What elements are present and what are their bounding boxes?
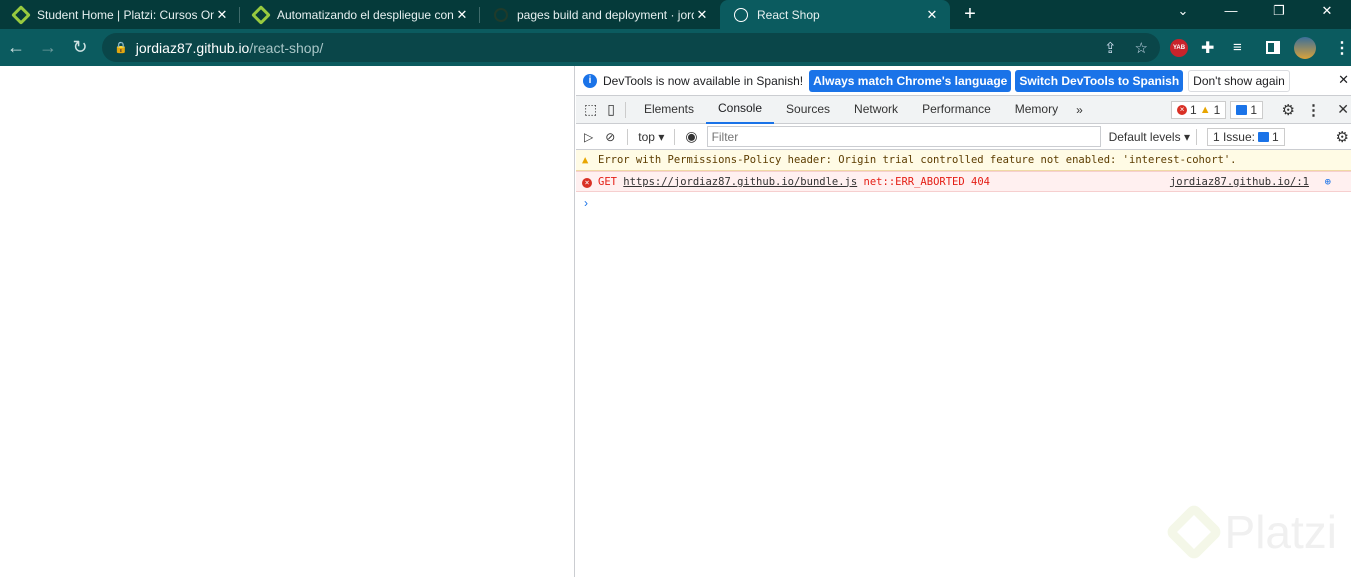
tab-pages-build[interactable]: pages build and deployment · jordiaz87✕ — [480, 0, 720, 29]
minimize-button[interactable]: — — [1207, 0, 1255, 22]
clear-console-icon[interactable]: ⊘ — [599, 130, 621, 144]
platzi-watermark: Platzi — [1163, 502, 1337, 562]
back-button[interactable]: ← — [0, 37, 32, 58]
error-url-link[interactable]: https://jordiaz87.github.io/bundle.js — [623, 176, 857, 188]
filter-input[interactable] — [706, 126, 1101, 147]
warning-icon: ▲ — [582, 154, 589, 166]
sidebar-toggle-icon[interactable]: ▷ — [576, 130, 599, 144]
tab-platzi-home[interactable]: Student Home | Platzi: Cursos Online✕ — [0, 0, 240, 29]
tab-sources[interactable]: Sources — [774, 96, 842, 123]
reload-button[interactable]: ↻ — [64, 37, 96, 58]
browser-toolbar: ← → ↻ 🔒 jordiaz87.github.io/react-shop/ … — [0, 29, 1351, 66]
settings-gear-icon[interactable]: ⚙ — [1282, 101, 1295, 119]
match-language-button[interactable]: Always match Chrome's language — [809, 69, 1012, 92]
language-infobar: i DevTools is now available in Spanish! … — [576, 66, 1351, 96]
new-tab-button[interactable]: + — [950, 0, 990, 29]
menu-kebab-icon[interactable]: ⋮ — [1334, 29, 1350, 66]
inspect-icon[interactable]: ⬚ — [576, 101, 603, 118]
live-expression-eye-icon[interactable]: ◉ — [681, 128, 701, 145]
yab-extension-icon[interactable]: YAB — [1170, 38, 1188, 57]
tab-network[interactable]: Network — [842, 96, 910, 123]
globe-icon — [734, 7, 748, 22]
devtools-panel: i DevTools is now available in Spanish! … — [576, 66, 1351, 577]
dont-show-again-button[interactable]: Don't show again — [1188, 69, 1290, 92]
context-select[interactable]: top ▾ — [634, 130, 668, 144]
console-error-row: × GET https://jordiaz87.github.io/bundle… — [576, 171, 1351, 192]
tab-react-shop[interactable]: React Shop ✕ — [720, 0, 950, 29]
tab-strip: Student Home | Platzi: Cursos Online✕ Au… — [0, 0, 1351, 29]
console-warning-row: ▲ Error with Permissions-Policy header: … — [576, 150, 1351, 171]
close-window-button[interactable]: ✕ — [1303, 0, 1351, 22]
close-devtools-icon[interactable]: ✕ — [1337, 101, 1349, 118]
device-toggle-icon[interactable]: ▯ — [603, 101, 619, 118]
message-icon — [1258, 131, 1269, 142]
tab-memory[interactable]: Memory — [1003, 96, 1070, 123]
log-levels-select[interactable]: Default levels ▾ — [1109, 130, 1190, 144]
close-icon[interactable]: ✕ — [924, 7, 940, 23]
media-queue-icon[interactable]: ≡ — [1233, 29, 1242, 66]
message-icon — [1236, 104, 1248, 115]
tab-performance[interactable]: Performance — [910, 96, 1003, 123]
bookmark-star-icon[interactable]: ☆ — [1135, 39, 1148, 57]
avatar[interactable] — [1294, 36, 1316, 59]
console-prompt[interactable]: › — [576, 192, 1351, 214]
more-tabs-icon[interactable]: » — [1070, 103, 1089, 117]
side-panel-icon[interactable] — [1266, 41, 1280, 54]
platzi-icon — [251, 4, 271, 25]
console-settings-gear-icon[interactable]: ⚙ — [1336, 128, 1349, 146]
source-link[interactable]: jordiaz87.github.io/:1 — [1170, 176, 1309, 188]
close-icon[interactable]: ✕ — [214, 7, 230, 23]
messages-counter[interactable]: 1 — [1230, 100, 1263, 119]
tab-search-icon[interactable]: ⌄ — [1159, 0, 1207, 22]
devtools-tabs: ⬚ ▯ Elements Console Sources Network Per… — [576, 96, 1351, 124]
close-icon[interactable]: ✕ — [694, 7, 710, 23]
network-request-icon[interactable]: ⊕ — [1325, 176, 1331, 188]
close-icon[interactable]: ✕ — [454, 7, 470, 23]
share-icon[interactable]: ⇪ — [1104, 39, 1117, 57]
address-bar[interactable]: 🔒 jordiaz87.github.io/react-shop/ ⇪ ☆ — [102, 33, 1160, 62]
tab-automatizando[interactable]: Automatizando el despliegue con GitHub✕ — [240, 0, 480, 29]
platzi-logo-icon — [1163, 502, 1224, 562]
issues-button[interactable]: 1 Issue: 1 — [1206, 127, 1285, 146]
info-icon: i — [583, 73, 597, 88]
github-actions-icon — [494, 7, 508, 22]
error-icon: × — [582, 177, 592, 188]
error-warning-counter[interactable]: × 1 ▲ 1 — [1171, 100, 1227, 119]
switch-spanish-button[interactable]: Switch DevTools to Spanish — [1015, 69, 1184, 92]
error-icon: × — [1177, 104, 1188, 115]
tab-console[interactable]: Console — [705, 95, 775, 124]
extensions-puzzle-icon[interactable]: ✚ — [1201, 29, 1214, 66]
restore-button[interactable]: ❐ — [1255, 0, 1303, 22]
console-toolbar: ▷ ⊘ top ▾ ◉ Default levels ▾ 1 Issue:1 ⚙ — [576, 124, 1351, 150]
warning-icon: ▲ — [1199, 103, 1211, 116]
platzi-icon — [11, 4, 31, 25]
lock-icon: 🔒 — [114, 42, 128, 54]
tab-elements[interactable]: Elements — [632, 96, 706, 123]
close-icon[interactable]: ✕ — [1338, 72, 1349, 88]
kebab-menu-icon[interactable]: ⋮ — [1306, 101, 1321, 119]
page-viewport — [0, 66, 575, 577]
forward-button[interactable]: → — [32, 37, 64, 58]
